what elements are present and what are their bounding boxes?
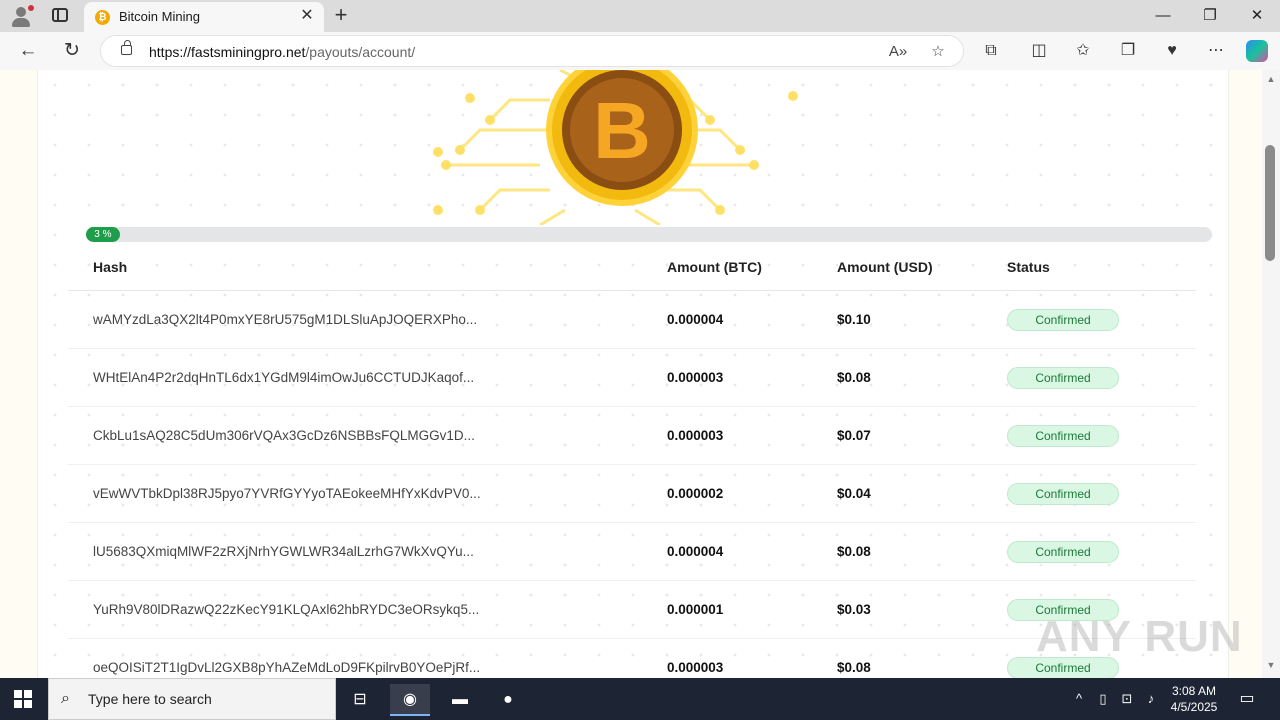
volume-icon[interactable]: ♪ [1142, 690, 1160, 708]
minimize-button[interactable]: — [1140, 0, 1186, 32]
more-menu-icon[interactable]: ⋯ [1204, 40, 1228, 62]
tab-actions-icon[interactable] [52, 8, 68, 22]
task-view-icon[interactable]: ⊟ [340, 684, 380, 716]
hash-cell: wAMYzdLa3QX2lt4P0mxYE8rU575gM1DLSluApJOQ… [93, 312, 478, 327]
svg-text:B: B [593, 86, 651, 175]
title-bar: ₿ Bitcoin Mining ✕ + — ❐ ✕ [0, 0, 1280, 32]
windows-start-icon[interactable] [14, 690, 32, 708]
tab-bitcoin-mining[interactable]: ₿ Bitcoin Mining ✕ [84, 2, 324, 32]
hash-cell: YuRh9V80lDRazwQ22zKecY91KLQAxl62hbRYDC3e… [93, 602, 480, 617]
header-amount-usd: Amount (USD) [837, 259, 933, 275]
clock-date: 4/5/2025 [1170, 700, 1218, 714]
amount-btc-cell: 0.000004 [667, 312, 724, 327]
taskbar-search-box[interactable]: ⌕ Type here to search [48, 678, 336, 720]
table-header: Hash Amount (BTC) Amount (USD) Status [68, 250, 1196, 291]
amount-usd-cell: $0.03 [837, 602, 871, 617]
notifications-icon[interactable]: ▭ [1238, 690, 1256, 708]
header-hash: Hash [93, 259, 128, 275]
table-row: YuRh9V80lDRazwQ22zKecY91KLQAxl62hbRYDC3e… [68, 581, 1196, 639]
tab-title: Bitcoin Mining [119, 9, 200, 24]
amount-btc-cell: 0.000002 [667, 486, 724, 501]
table-row: vEwWVTbkDpl38RJ5pyo7YVRfGYYyoTAEokeeMHfY… [68, 465, 1196, 523]
new-tab-button[interactable]: + [330, 4, 352, 26]
hash-cell: oeQOISiT2T1IgDvLl2GXB8pYhAZeMdLoD9FKpilr… [93, 660, 481, 675]
page-viewport: B 3 % Hash Amount (BTC) Amount (USD) Sta… [0, 70, 1262, 678]
restore-button[interactable]: ❐ [1187, 0, 1233, 32]
mining-progress-bar: 3 % [86, 227, 1212, 242]
show-hidden-icons-chevron-icon[interactable]: ^ [1070, 690, 1088, 708]
profile-icon[interactable] [10, 5, 34, 27]
amount-btc-cell: 0.000004 [667, 544, 724, 559]
progress-fill: 3 % [86, 227, 120, 242]
status-badge: Confirmed [1007, 541, 1119, 563]
split-screen-icon[interactable]: ◫ [1027, 40, 1051, 62]
hash-cell: CkbLu1sAQ28C5dUm306rVQAx3GcDz6NSBBsFQLMG… [93, 428, 475, 443]
amount-usd-cell: $0.04 [837, 486, 871, 501]
amount-usd-cell: $0.10 [837, 312, 871, 327]
amount-usd-cell: $0.08 [837, 370, 871, 385]
address-bar[interactable]: https://fastsminingpro.net/payouts/accou… [100, 35, 964, 67]
device-icon[interactable]: ▯ [1094, 690, 1112, 708]
bitcoin-favicon-icon: ₿ [95, 10, 110, 25]
browser-toolbar: ← ↻ https://fastsminingpro.net/payouts/a… [0, 32, 1280, 70]
search-icon: ⌕ [61, 690, 70, 707]
scroll-down-icon[interactable]: ▼ [1265, 660, 1277, 670]
anyrun-watermark: ANY RUN [1036, 612, 1243, 661]
hash-cell: vEwWVTbkDpl38RJ5pyo7YVRfGYYyoTAEokeeMHfY… [93, 486, 481, 501]
status-badge: Confirmed [1007, 483, 1119, 505]
status-badge: Confirmed [1007, 425, 1119, 447]
network-icon[interactable]: ⊡ [1118, 690, 1136, 708]
back-arrow-icon[interactable]: ← [14, 37, 42, 65]
file-explorer-icon[interactable]: ▬ [440, 684, 480, 716]
read-aloud-icon[interactable]: A» [887, 41, 909, 63]
tab-close-icon[interactable]: ✕ [298, 7, 316, 25]
header-status: Status [1007, 259, 1050, 275]
clock-time: 3:08 AM [1171, 684, 1217, 698]
scrollbar-thumb[interactable] [1265, 145, 1275, 261]
close-window-button[interactable]: ✕ [1234, 0, 1280, 32]
status-badge: Confirmed [1007, 309, 1119, 331]
amount-btc-cell: 0.000003 [667, 428, 724, 443]
amount-usd-cell: $0.07 [837, 428, 871, 443]
amount-usd-cell: $0.08 [837, 660, 871, 675]
browser-essentials-icon[interactable]: ♥ [1160, 40, 1184, 62]
favorite-star-icon[interactable]: ☆ [927, 41, 949, 63]
table-row: wAMYzdLa3QX2lt4P0mxYE8rU575gM1DLSluApJOQ… [68, 291, 1196, 349]
extensions-icon[interactable]: ⧉ [979, 40, 1003, 62]
table-row: oeQOISiT2T1IgDvLl2GXB8pYhAZeMdLoD9FKpilr… [68, 639, 1196, 678]
status-badge: Confirmed [1007, 367, 1119, 389]
lock-icon[interactable] [121, 40, 132, 55]
table-row: WHtElAn4P2r2dqHnTL6dx1YGdM9l4imOwJu6CCTU… [68, 349, 1196, 407]
url-text[interactable]: https://fastsminingpro.net/payouts/accou… [149, 44, 415, 60]
collections-icon[interactable]: ❐ [1116, 40, 1140, 62]
bitcoin-coin-image: B [433, 70, 798, 225]
hash-cell: lU5683QXmiqMlWF2zRXjNrhYGWLWR34alLzrhG7W… [93, 544, 474, 559]
page-scrollbar[interactable]: ▲ ▼ [1262, 70, 1280, 678]
search-placeholder: Type here to search [88, 691, 212, 707]
favorites-icon[interactable]: ✩ [1071, 40, 1095, 62]
refresh-icon[interactable]: ↻ [58, 37, 86, 65]
amount-usd-cell: $0.08 [837, 544, 871, 559]
amount-btc-cell: 0.000001 [667, 602, 724, 617]
amount-btc-cell: 0.000003 [667, 370, 724, 385]
copilot-icon[interactable] [1246, 40, 1268, 62]
hash-cell: WHtElAn4P2r2dqHnTL6dx1YGdM9l4imOwJu6CCTU… [93, 370, 475, 385]
table-row: lU5683QXmiqMlWF2zRXjNrhYGWLWR34alLzrhG7W… [68, 523, 1196, 581]
header-amount-btc: Amount (BTC) [667, 259, 762, 275]
firefox-icon[interactable]: ● [488, 684, 528, 716]
amount-btc-cell: 0.000003 [667, 660, 724, 675]
edge-browser-icon[interactable]: ◉ [390, 684, 430, 716]
taskbar: ⌕ Type here to search ⊟ ◉ ▬ ● ^ ▯ ⊡ ♪ 3:… [0, 678, 1280, 720]
taskbar-clock[interactable]: 3:08 AM 4/5/2025 [1164, 683, 1224, 715]
table-row: CkbLu1sAQ28C5dUm306rVQAx3GcDz6NSBBsFQLMG… [68, 407, 1196, 465]
scroll-up-icon[interactable]: ▲ [1265, 74, 1277, 84]
